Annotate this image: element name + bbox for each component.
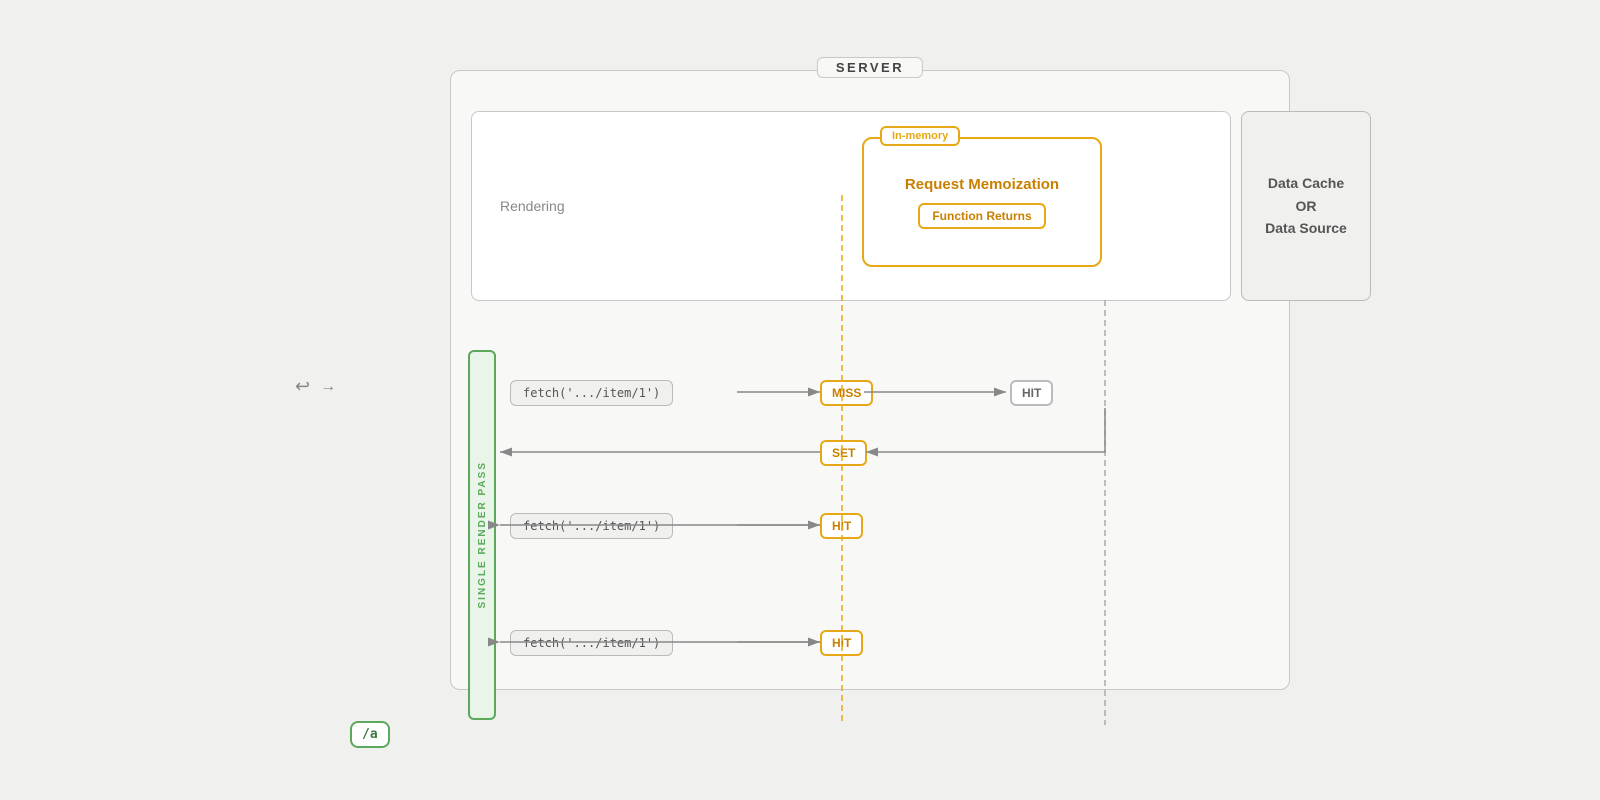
memo-title: Request Memoization [905, 176, 1059, 193]
data-cache-label: Data CacheORData Source [1265, 172, 1347, 239]
hit-datasource-badge: HIT [1010, 380, 1053, 406]
arrow-right-icon: → [320, 378, 336, 396]
in-memory-badge: In-memory [880, 126, 960, 146]
memo-box: In-memory Request Memoization Function R… [862, 137, 1102, 267]
fetch-box-1: fetch('.../item/1') [510, 380, 673, 406]
miss-badge: MISS [820, 380, 873, 406]
func-returns-badge: Function Returns [918, 203, 1045, 229]
route-arrow-icon: ↩ [295, 376, 310, 397]
rendering-label: Rendering [500, 198, 565, 214]
render-pass-label: SINGLE RENDER PASS [477, 461, 488, 609]
set-badge: SET [820, 440, 867, 466]
render-pass-bar: SINGLE RENDER PASS [468, 350, 496, 720]
data-cache-box: Data CacheORData Source [1241, 111, 1371, 301]
route-a-label: /a [350, 721, 390, 748]
hit-badge-2: HIT [820, 513, 863, 539]
server-label: SERVER [817, 57, 923, 78]
diagram-wrapper: SERVER Rendering In-memory Request Memoi… [250, 40, 1350, 760]
rendering-box: Rendering In-memory Request Memoization … [471, 111, 1231, 301]
hit-badge-3: HIT [820, 630, 863, 656]
fetch-box-3: fetch('.../item/1') [510, 630, 673, 656]
fetch-box-2: fetch('.../item/1') [510, 513, 673, 539]
